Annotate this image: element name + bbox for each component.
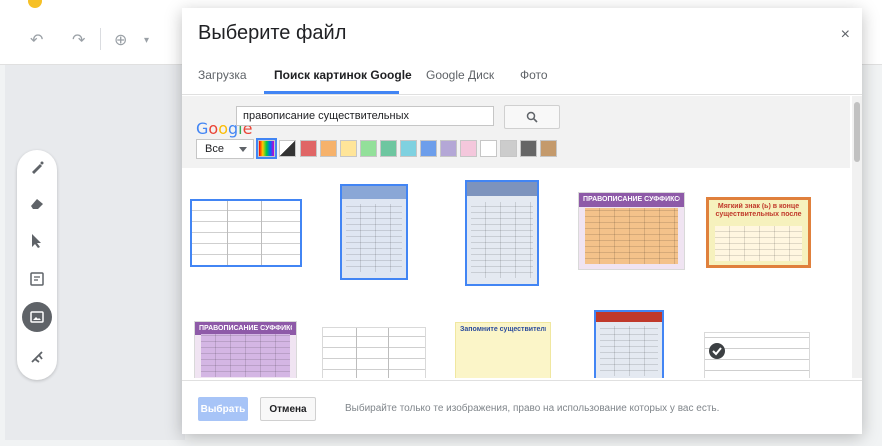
search-bar-area: Google Все xyxy=(182,96,850,168)
result-thumbnail-1[interactable] xyxy=(190,199,302,267)
color-swatch[interactable] xyxy=(520,140,537,157)
image-type-select[interactable]: Все xyxy=(196,139,254,159)
search-icon xyxy=(526,111,538,123)
select-button[interactable]: Выбрать xyxy=(198,397,248,421)
result-thumbnail-4[interactable]: ПРАВОПИСАНИЕ СУФФИКСОВ xyxy=(578,192,685,270)
color-swatch[interactable] xyxy=(320,140,337,157)
color-swatch[interactable] xyxy=(340,140,357,157)
pen-icon[interactable] xyxy=(26,156,48,178)
active-tab-indicator xyxy=(264,91,399,94)
result-thumbnail-2[interactable] xyxy=(340,184,408,280)
color-swatch[interactable] xyxy=(300,140,317,157)
result-thumbnail-3[interactable] xyxy=(465,180,539,286)
redo-icon[interactable]: ↷ xyxy=(72,30,85,50)
swatch-full-color[interactable] xyxy=(256,138,277,159)
color-swatch[interactable] xyxy=(500,140,517,157)
right-panel xyxy=(862,65,882,446)
tab-google-image-search[interactable]: Поиск картинок Google xyxy=(274,68,412,82)
checkmark-icon xyxy=(709,343,725,359)
cancel-button[interactable]: Отмена xyxy=(260,397,316,421)
color-swatch[interactable] xyxy=(380,140,397,157)
chevron-down-icon[interactable]: ▾ xyxy=(144,35,149,46)
color-swatch[interactable] xyxy=(480,140,497,157)
dialog-footer: Выбрать Отмена Выбирайте только те изобр… xyxy=(182,380,862,434)
usage-rights-note: Выбирайте только те изображения, право н… xyxy=(345,403,720,414)
image-type-value: Все xyxy=(205,143,224,155)
color-swatch[interactable] xyxy=(360,140,377,157)
select-icon[interactable] xyxy=(26,230,48,252)
close-icon[interactable]: × xyxy=(841,26,850,44)
color-swatch[interactable] xyxy=(460,140,477,157)
color-swatch[interactable] xyxy=(400,140,417,157)
tab-photos[interactable]: Фото xyxy=(520,68,548,82)
toolbar-divider xyxy=(100,28,101,50)
result-thumbnail-9[interactable] xyxy=(594,310,664,378)
color-swatch[interactable] xyxy=(420,140,437,157)
undo-icon[interactable]: ↶ xyxy=(30,30,43,50)
swatch-black-white[interactable] xyxy=(279,140,296,157)
result-thumbnail-6[interactable]: ПРАВОПИСАНИЕ СУФФИКСОВ xyxy=(194,321,297,378)
chevron-down-icon xyxy=(239,147,247,152)
tab-upload[interactable]: Загрузка xyxy=(198,68,247,82)
result-caption: ПРАВОПИСАНИЕ СУФФИКСОВ xyxy=(199,325,292,332)
search-button[interactable] xyxy=(504,105,560,129)
search-panel: Google Все xyxy=(182,96,850,378)
result-caption: Запомните существительные! xyxy=(460,326,546,333)
tab-google-drive[interactable]: Google Диск xyxy=(426,68,494,82)
result-caption: ПРАВОПИСАНИЕ СУФФИКСОВ xyxy=(583,196,680,203)
result-caption: Мягкий знак (ь) в конце существительных … xyxy=(715,203,802,218)
laser-icon[interactable] xyxy=(26,346,48,368)
image-icon[interactable] xyxy=(22,302,52,332)
result-thumbnail-8[interactable]: Запомните существительные! xyxy=(455,322,551,378)
eraser-icon[interactable] xyxy=(26,192,48,214)
tab-bar: Загрузка Поиск картинок Google Google Ди… xyxy=(182,60,862,95)
results-scrollbar[interactable] xyxy=(852,96,862,378)
result-thumbnail-10[interactable] xyxy=(704,332,810,378)
color-swatch[interactable] xyxy=(440,140,457,157)
zoom-icon[interactable]: ⊕ xyxy=(114,30,127,50)
file-picker-dialog: Выберите файл × Загрузка Поиск картинок … xyxy=(182,8,862,434)
result-thumbnail-7[interactable] xyxy=(322,327,426,378)
dialog-title: Выберите файл xyxy=(198,22,347,44)
sticky-note-icon[interactable] xyxy=(26,268,48,290)
tool-rail xyxy=(17,150,57,380)
result-thumbnail-5[interactable]: Мягкий знак (ь) в конце существительных … xyxy=(706,197,811,268)
search-input[interactable] xyxy=(236,106,494,126)
app-logo xyxy=(28,0,42,8)
color-swatch[interactable] xyxy=(540,140,557,157)
scrollbar-thumb[interactable] xyxy=(854,102,860,162)
